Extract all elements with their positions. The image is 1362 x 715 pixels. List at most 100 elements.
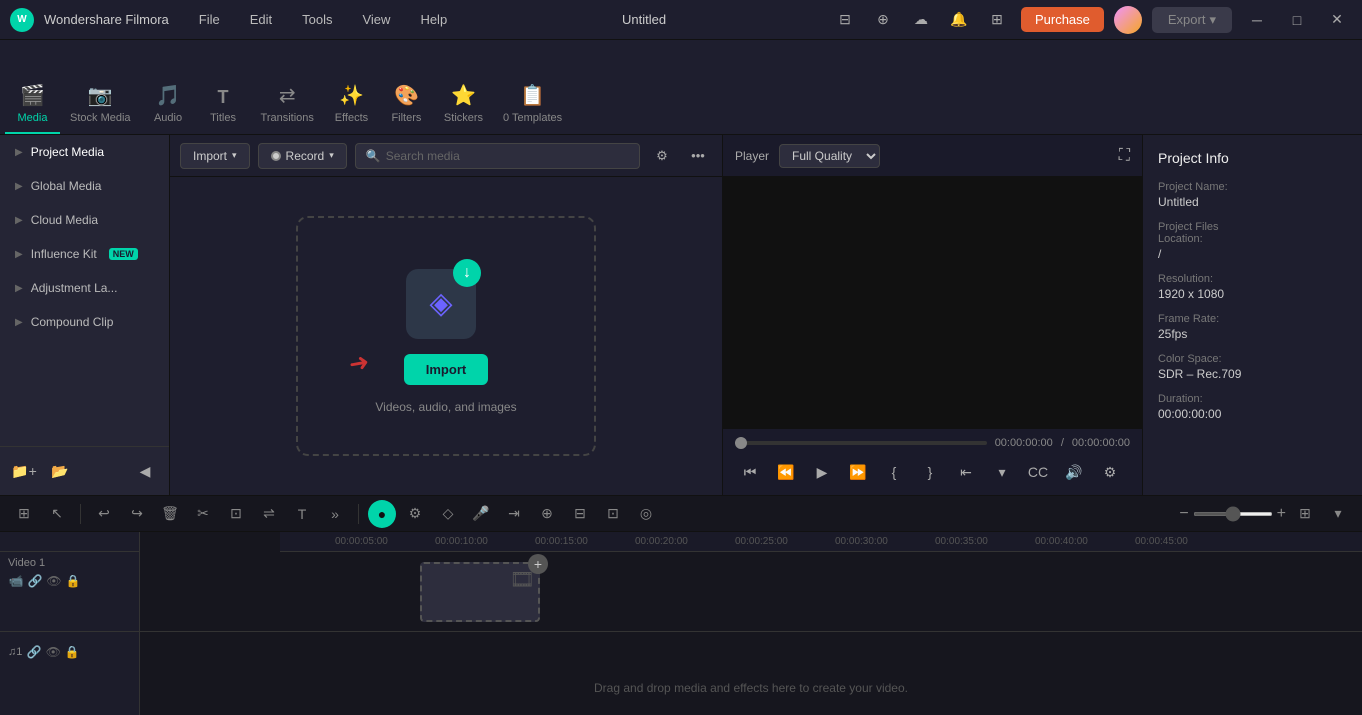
- undo-button[interactable]: ↩: [90, 500, 118, 528]
- placeholder-clip[interactable]: + 🎞: [420, 562, 540, 622]
- timeline-select-button[interactable]: ↖: [43, 500, 71, 528]
- skip-back-button[interactable]: ⏮: [735, 457, 765, 487]
- tab-effects[interactable]: ✨ Effects: [324, 75, 379, 134]
- sidebar-item-influence-kit[interactable]: ▶ Influence Kit NEW: [0, 237, 169, 271]
- system-icon-4[interactable]: 🔔: [945, 6, 973, 34]
- sidebar-item-project-media[interactable]: ▶ Project Media: [0, 135, 169, 169]
- quality-select[interactable]: Full Quality Half Quality: [779, 144, 880, 168]
- cut-button[interactable]: ✂: [189, 500, 217, 528]
- window-title: Untitled: [467, 12, 821, 27]
- tab-stock-media-label: Stock Media: [70, 112, 131, 124]
- folder-icon[interactable]: 📂: [46, 457, 74, 485]
- zoom-slider[interactable]: [1193, 512, 1273, 516]
- settings-timeline-button[interactable]: ⚙: [401, 500, 429, 528]
- video-track[interactable]: + 🎞: [140, 552, 1362, 632]
- titlebar: W Wondershare Filmora File Edit Tools Vi…: [0, 0, 1362, 40]
- zoom-in-icon[interactable]: +: [1277, 505, 1286, 523]
- time-current: 00:00:00:00: [995, 437, 1053, 449]
- audio-eye-icon[interactable]: 👁: [45, 644, 61, 660]
- tab-audio[interactable]: 🎵 Audio: [141, 75, 196, 134]
- tab-templates[interactable]: 📋 0 Templates: [493, 75, 572, 134]
- markers-button[interactable]: ◇: [434, 500, 462, 528]
- nest-clips-button[interactable]: ⊟: [566, 500, 594, 528]
- progress-handle[interactable]: [735, 437, 747, 449]
- add-folder-icon[interactable]: 📁+: [10, 457, 38, 485]
- user-avatar[interactable]: [1114, 6, 1142, 34]
- go-to-in-button[interactable]: ⇤: [951, 457, 981, 487]
- zoom-out-icon[interactable]: −: [1179, 505, 1188, 523]
- crop-button[interactable]: ⊡: [222, 500, 250, 528]
- tab-media[interactable]: 🎬 Media: [5, 75, 60, 134]
- more-tools-button[interactable]: »: [321, 500, 349, 528]
- audio-lock-icon[interactable]: 🔒: [64, 644, 80, 660]
- minimize-button[interactable]: ─: [1242, 5, 1272, 35]
- sidebar-compound-clip-label: Compound Clip: [31, 315, 114, 329]
- layout-options-button[interactable]: ▾: [1324, 500, 1352, 528]
- delete-button[interactable]: 🗑: [156, 500, 184, 528]
- progress-bar[interactable]: [735, 441, 987, 445]
- tab-stock-media[interactable]: 📷 Stock Media: [60, 75, 141, 134]
- fullscreen-button[interactable]: ⛶: [1119, 147, 1130, 165]
- menu-file[interactable]: File: [189, 8, 230, 31]
- stabilize-button[interactable]: ◎: [632, 500, 660, 528]
- lock-icon[interactable]: 🔒: [65, 573, 81, 589]
- maximize-button[interactable]: □: [1282, 5, 1312, 35]
- speed-button[interactable]: ⊡: [599, 500, 627, 528]
- tab-stickers[interactable]: ⭐ Stickers: [434, 75, 493, 134]
- timeline-snap-button[interactable]: ⊞: [10, 500, 38, 528]
- tab-transitions[interactable]: ⇄ Transitions: [251, 75, 324, 134]
- sidebar-item-global-media[interactable]: ▶ Global Media: [0, 169, 169, 203]
- layout-button[interactable]: ⊞: [1291, 500, 1319, 528]
- menu-edit[interactable]: Edit: [240, 8, 282, 31]
- captions-button[interactable]: CC: [1023, 457, 1053, 487]
- step-back-button[interactable]: ⏪: [771, 457, 801, 487]
- system-icon-3[interactable]: ☁: [907, 6, 935, 34]
- video-camera-icon[interactable]: 📹: [8, 573, 24, 589]
- menu-help[interactable]: Help: [410, 8, 457, 31]
- import-button[interactable]: Import ▾: [180, 143, 250, 169]
- tab-titles[interactable]: T Titles: [196, 79, 251, 134]
- step-forward-button[interactable]: ⏩: [843, 457, 873, 487]
- eye-icon[interactable]: 👁: [46, 573, 62, 589]
- mark-out-button[interactable]: }: [915, 457, 945, 487]
- system-icon-1[interactable]: ⊟: [831, 6, 859, 34]
- audio-track-label-area: ♫1 🔗 👁 🔒: [0, 632, 139, 672]
- system-icon-2[interactable]: ⊕: [869, 6, 897, 34]
- record-audio-button[interactable]: ●: [368, 500, 396, 528]
- text-button[interactable]: T: [288, 500, 316, 528]
- search-box[interactable]: 🔍 Search media: [355, 143, 640, 169]
- menu-view[interactable]: View: [352, 8, 400, 31]
- system-icon-5[interactable]: ⊞: [983, 6, 1011, 34]
- split-audio-button[interactable]: ⇌: [255, 500, 283, 528]
- go-to-out-button[interactable]: ▾: [987, 457, 1017, 487]
- ruler-mark-4: 00:00:25:00: [735, 536, 788, 547]
- play-button[interactable]: ▶: [807, 457, 837, 487]
- filter-icon[interactable]: ⚙: [648, 142, 676, 170]
- sidebar-item-compound-clip[interactable]: ▶ Compound Clip: [0, 305, 169, 339]
- export-button[interactable]: Export ▾: [1152, 7, 1232, 33]
- group-clips-button[interactable]: ⊕: [533, 500, 561, 528]
- menu-tools[interactable]: Tools: [292, 8, 342, 31]
- chevron-icon: ▶: [15, 215, 23, 226]
- drop-zone-inner[interactable]: ◈ ↓ ➜ Import Videos, audio, and images: [296, 216, 596, 456]
- purchase-button[interactable]: Purchase: [1021, 7, 1104, 32]
- volume-button[interactable]: 🔊: [1059, 457, 1089, 487]
- mark-in-button[interactable]: {: [879, 457, 909, 487]
- tab-filters[interactable]: 🎨 Filters: [379, 75, 434, 134]
- link-icon[interactable]: 🔗: [27, 573, 43, 589]
- microphone-button[interactable]: 🎤: [467, 500, 495, 528]
- import-big-button[interactable]: Import: [404, 354, 488, 385]
- sidebar-item-adjustment-layer[interactable]: ▶ Adjustment La...: [0, 271, 169, 305]
- sidebar-item-cloud-media[interactable]: ▶ Cloud Media: [0, 203, 169, 237]
- redo-button[interactable]: ↪: [123, 500, 151, 528]
- settings-button[interactable]: ⚙: [1095, 457, 1125, 487]
- more-options-icon[interactable]: •••: [684, 142, 712, 170]
- detach-audio-button[interactable]: ⇥: [500, 500, 528, 528]
- filmora-icon-wrap: ◈ ↓: [406, 259, 486, 339]
- audio-link-icon[interactable]: 🔗: [26, 644, 42, 660]
- record-button[interactable]: Record ▾: [258, 143, 347, 169]
- clip-add-icon[interactable]: +: [528, 554, 548, 574]
- audio-track[interactable]: [140, 632, 1362, 672]
- collapse-panel-icon[interactable]: ◀: [131, 457, 159, 485]
- close-button[interactable]: ✕: [1322, 5, 1352, 35]
